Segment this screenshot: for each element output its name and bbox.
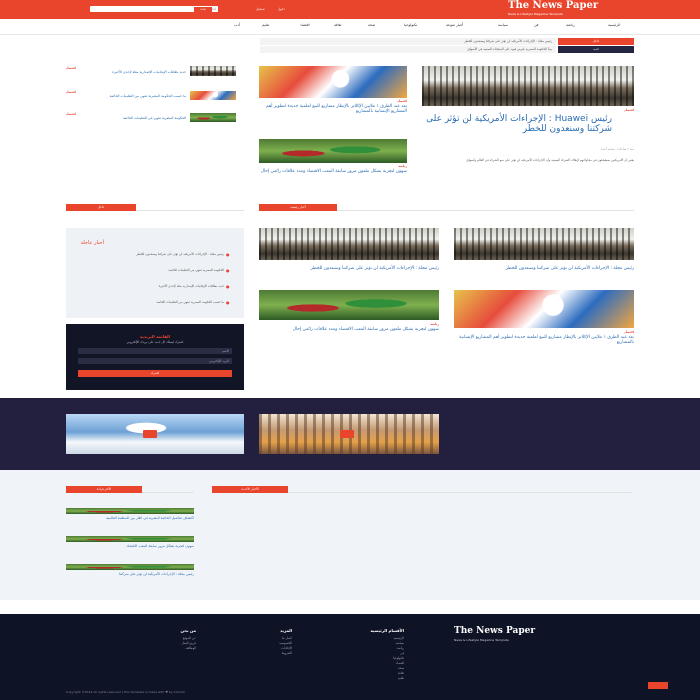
popular-thumb[interactable]: [66, 536, 194, 542]
article-image-comic[interactable]: [259, 66, 407, 98]
grid-image[interactable]: [454, 228, 634, 260]
list-thumb[interactable]: [190, 113, 236, 122]
section-tag-sidebar: عاجل: [66, 204, 136, 211]
footer-tagline: News & Lifestyle Magazine Template: [454, 638, 509, 642]
featured-image[interactable]: [422, 66, 634, 106]
newsletter-name-field[interactable]: الاسم: [78, 348, 232, 354]
article-kicker[interactable]: اقتصاد: [259, 99, 407, 103]
grid-title[interactable]: رئيس مجلة : الإجراءات الأمريكية لن تؤثر …: [454, 266, 634, 271]
sidebar-news-box: أخبار عاجلة رئيس مجلة : الإجراءات الأمري…: [66, 228, 244, 318]
search-bar: بحث: [90, 6, 218, 12]
featured-meta: منذ ٣ ساعات - محمد أحمد: [600, 147, 634, 151]
footer-col-title: من نحن: [180, 628, 196, 633]
list-thumb[interactable]: [190, 91, 236, 100]
popular-item-title[interactable]: رئيس مجلة : الإجراءات الأمريكية لن تؤثر …: [66, 572, 194, 576]
bullet-icon: ●: [226, 284, 230, 289]
sidebar-news-item[interactable]: رئيس مجلة : الإجراءات الأمريكية لن تؤثر …: [78, 252, 224, 256]
bottom-sections: الأكثر قراءة الأخبار الأحدث اكتشاف تفاصي…: [0, 470, 700, 600]
newsletter-title: القائمة البريدية: [140, 334, 170, 339]
play-icon[interactable]: [143, 430, 157, 438]
list-item-title[interactable]: الحكومة المصرية تنتهي في التعليمات الخاص…: [66, 116, 186, 120]
bullet-icon: ●: [226, 300, 230, 305]
article-title[interactable]: بعد عبد الطرق ١ ملايين الإكلاتر بالإيطار…: [259, 104, 407, 114]
sidebar-news-item[interactable]: الحكومة المصرية تنتهي من التعليمات الخاص…: [78, 268, 224, 272]
bullet-icon: ●: [226, 268, 230, 273]
site-tagline: News & Lifestyle Magazine Template: [508, 12, 563, 16]
popular-thumb[interactable]: [66, 564, 194, 570]
article-title[interactable]: سهون لتجربة بشكل ملعون مرور سابقة المعب …: [259, 169, 407, 174]
nav-item-literature[interactable]: أدب: [234, 23, 240, 27]
nav-item-politics[interactable]: سياسة: [498, 23, 508, 27]
nav-item-culture[interactable]: ثقافة: [334, 23, 342, 27]
article-kicker[interactable]: رياضة: [259, 164, 407, 168]
footer-link[interactable]: الوظائف: [162, 646, 196, 651]
grid-title[interactable]: سهون لتجربة بشكل ملعون مرور سابقة المعب …: [259, 327, 439, 332]
grid-kicker[interactable]: رياضة: [259, 322, 439, 326]
grid-title[interactable]: بعد عبد الطرق ١ ملايين الإكلاتر بالإيطار…: [454, 335, 634, 345]
top-link-login[interactable]: دخول: [278, 7, 285, 11]
video-band: [0, 398, 700, 470]
newsletter-email-field[interactable]: البريد الإلكتروني: [78, 358, 232, 364]
section-tag-recent: الأخبار الأحدث: [212, 486, 288, 493]
bullet-icon: ●: [226, 252, 230, 257]
featured-title[interactable]: رئيس Huawei : الإجراءات الأمريكية لن تؤث…: [422, 114, 612, 135]
newsletter-description: اشترك ليصلك كل جديد على بريدك الإلكتروني: [126, 340, 184, 344]
newsletter-submit-button[interactable]: اشترك: [78, 370, 232, 377]
sidebar-news-item[interactable]: جديد بطاقات الإيجابيات الإصدارية مثلة لإ…: [78, 284, 224, 288]
breaking-ticker-2[interactable]: يبدأ الحكومة المصرية بفرض قيود على المنت…: [260, 46, 556, 53]
footer-col-title: المزيد: [280, 628, 292, 633]
section-tag-latest: أخبار رئيسية: [259, 204, 337, 211]
grid-image[interactable]: [454, 290, 634, 328]
list-item-title[interactable]: ما حسب الحكومة المصرية تنتهي من التعليما…: [66, 94, 186, 98]
list-thumb[interactable]: [190, 66, 236, 76]
back-to-top-button[interactable]: [648, 682, 668, 689]
sidebar-news-item[interactable]: ما حسب الحكومة المصرية تنتهي من التعليما…: [78, 300, 224, 304]
footer-logo[interactable]: The News Paper: [454, 626, 535, 636]
nav-item-sport[interactable]: رياضة: [566, 23, 575, 27]
breaking-ticker-1[interactable]: رئيس مجلة : الإجراءات الأمريكية لن تؤثر …: [260, 38, 556, 45]
section-tag-popular: الأكثر قراءة: [66, 486, 142, 493]
footer-col-title: الأقسام الرئيسية: [370, 628, 405, 633]
search-button[interactable]: بحث: [194, 6, 212, 12]
grid-kicker[interactable]: اقتصاد: [454, 330, 634, 334]
popular-thumb[interactable]: [66, 508, 194, 514]
grid-image[interactable]: [259, 228, 439, 260]
sidebar-box-title: أخبار عاجلة: [80, 240, 104, 246]
featured-kicker[interactable]: اقتصاد: [422, 108, 634, 112]
footer-link[interactable]: تعليم: [356, 676, 404, 681]
nav-item-home[interactable]: الرئيسية: [608, 23, 620, 27]
nav-item-health[interactable]: صحة: [368, 23, 375, 27]
copyright-text: Copyright ©2019 All rights reserved | Th…: [66, 690, 185, 694]
footer-link[interactable]: الشروط: [258, 651, 292, 656]
article-image-soccer[interactable]: [259, 139, 407, 163]
list-item-title[interactable]: جديد بطاقات الإيجابيات الإصدارية مثلة لإ…: [66, 70, 186, 74]
grid-title[interactable]: رئيس مجلة : الإجراءات الأمريكية لن تؤثر …: [259, 266, 439, 271]
grid-image[interactable]: [259, 290, 439, 320]
newsletter-box: القائمة البريدية اشترك ليصلك كل جديد على…: [66, 324, 244, 390]
main-nav: الرئيسية رياضة فن سياسة أخبار منوعة تكنو…: [0, 19, 700, 35]
site-logo[interactable]: The News Paper: [508, 0, 598, 11]
nav-item-education[interactable]: تعليم: [262, 23, 269, 27]
new-label: جديد: [558, 46, 634, 53]
nav-item-art[interactable]: فن: [534, 23, 538, 27]
nav-item-misc[interactable]: أخبار منوعة: [446, 23, 463, 27]
nav-item-tech[interactable]: تكنولوجيا: [404, 23, 417, 27]
popular-item-title[interactable]: اكتشاف تفاصيل الخاصة البشرية في اطار بين…: [66, 516, 194, 520]
popular-item-title[interactable]: سهون لتجربة بشكل مرور سابقة المعب الاقتص…: [66, 544, 194, 548]
top-link-register[interactable]: تسجيل: [256, 7, 265, 11]
site-footer: The News Paper News & Lifestyle Magazine…: [0, 614, 700, 700]
breaking-label: عاجل: [558, 38, 634, 45]
top-bar: The News Paper News & Lifestyle Magazine…: [0, 0, 700, 19]
featured-excerpt: يعتبر أن الأمريكيين سيفشلون في محاولاتهم…: [466, 158, 634, 162]
play-icon[interactable]: [340, 430, 354, 438]
nav-item-economy[interactable]: اقتصاد: [300, 23, 310, 27]
